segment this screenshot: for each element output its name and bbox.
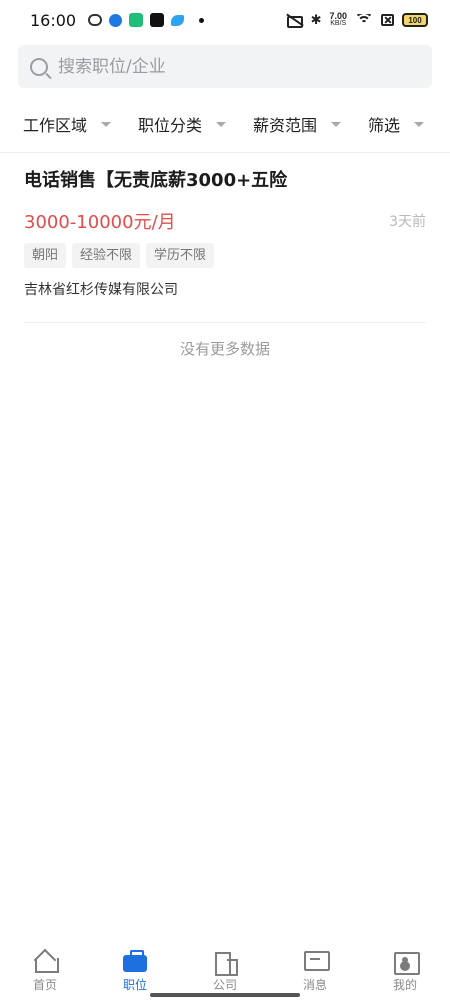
tab-jobs[interactable]: 职位: [90, 944, 180, 1000]
search-icon: [30, 57, 48, 76]
tab-label: 公司: [212, 978, 237, 992]
mute-icon: [285, 14, 303, 28]
no-more-data-text: 没有更多数据: [179, 340, 270, 358]
tab-label: 职位: [122, 978, 147, 992]
network-speed: 7.00 KB/S: [329, 11, 347, 28]
tab-home[interactable]: 首页: [0, 944, 90, 1000]
divider: [0, 152, 450, 153]
briefcase-icon: [123, 950, 147, 972]
divider: [24, 322, 426, 323]
filter-bar: 工作区域 职位分类 薪资范围 筛选: [0, 104, 450, 146]
tag-location: 朝阳: [24, 243, 67, 268]
tag-education: 学历不限: [146, 243, 215, 268]
job-salary: 3000-10000元/月: [24, 212, 176, 233]
caret-down-icon: [101, 121, 112, 127]
building-icon: [213, 950, 238, 976]
wechat-icon: [88, 14, 103, 26]
tab-label: 我的: [392, 978, 417, 992]
tab-label: 消息: [302, 978, 327, 992]
app-notification-icon: [129, 13, 144, 27]
filter-label: 职位分类: [138, 116, 203, 135]
system-icons: ✱ 7.00 KB/S 100: [285, 12, 428, 28]
filter-more[interactable]: 筛选: [368, 112, 425, 136]
search-input[interactable]: [58, 56, 378, 77]
status-bar: 16:00 ✱ 7.00 KB/S 100: [0, 0, 450, 40]
caret-down-icon: [216, 121, 227, 127]
posted-time: 3天前: [389, 214, 426, 230]
app-notification-icon: [171, 14, 185, 26]
caret-down-icon: [414, 121, 425, 127]
job-tags: 朝阳 经验不限 学历不限: [24, 243, 215, 268]
wifi-icon: [355, 14, 373, 26]
notification-icons: [88, 13, 205, 27]
app-notification-icon: [109, 13, 123, 27]
tag-experience: 经验不限: [72, 243, 141, 268]
filter-label: 筛选: [368, 116, 401, 135]
no-sim-icon: [381, 14, 394, 26]
status-time: 16:00: [30, 10, 77, 30]
home-icon: [33, 950, 59, 973]
tab-profile[interactable]: 我的: [360, 944, 450, 1000]
filter-work-area[interactable]: 工作区域: [23, 112, 112, 136]
home-indicator[interactable]: [150, 993, 300, 997]
bottom-tab-bar: 首页 职位 公司 消息 我的: [0, 944, 450, 1000]
filter-salary-range[interactable]: 薪资范围: [253, 112, 342, 136]
tab-label: 首页: [32, 978, 57, 992]
filter-job-category[interactable]: 职位分类: [138, 112, 227, 136]
message-icon: [303, 950, 330, 972]
profile-icon: [393, 950, 420, 975]
bluetooth-icon: ✱: [310, 12, 322, 28]
filter-label: 薪资范围: [253, 116, 318, 135]
more-notifications-icon: [199, 17, 205, 23]
job-title: 电话销售【无责底薪3000+五险: [24, 170, 288, 191]
caret-down-icon: [331, 121, 342, 127]
search-bar[interactable]: [18, 45, 432, 88]
tab-messages[interactable]: 消息: [270, 944, 360, 1000]
company-name: 吉林省红杉传媒有限公司: [24, 282, 178, 298]
tiktok-icon: [150, 13, 165, 27]
tab-companies[interactable]: 公司: [180, 944, 270, 1000]
job-card[interactable]: 电话销售【无责底薪3000+五险 3000-10000元/月 3天前 朝阳 经验…: [24, 168, 426, 322]
salary-row: 3000-10000元/月 3天前: [24, 208, 426, 234]
battery-icon: 100: [402, 13, 428, 27]
filter-label: 工作区域: [23, 116, 88, 135]
